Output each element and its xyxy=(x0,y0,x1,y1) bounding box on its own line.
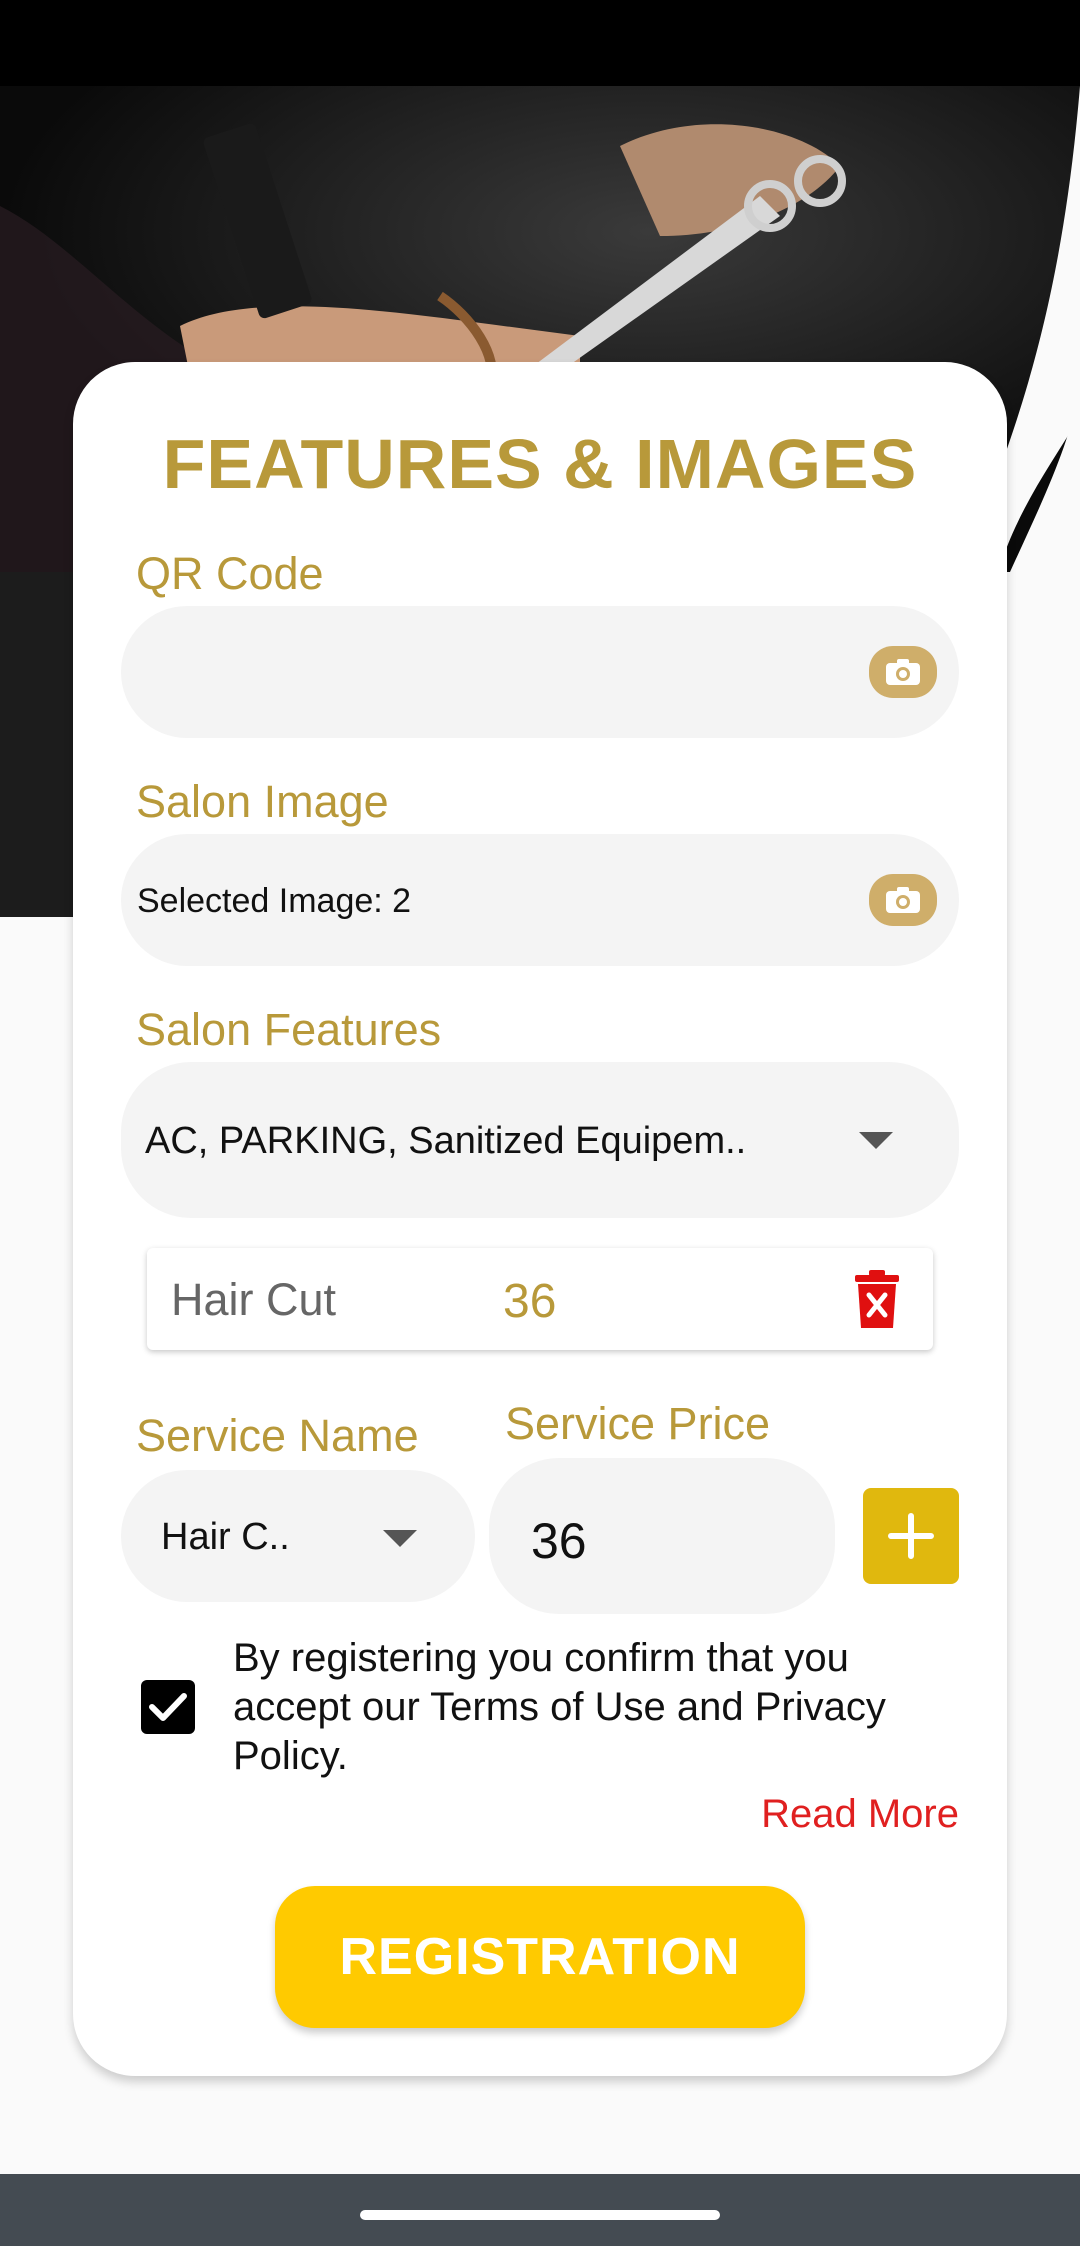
salon-features-value: AC, PARKING, Sanitized Equipem.. xyxy=(145,1120,747,1162)
qr-code-field[interactable] xyxy=(121,606,959,738)
terms-text: By registering you confirm that you acce… xyxy=(233,1636,886,1778)
chevron-down-icon xyxy=(383,1530,417,1547)
terms-checkbox[interactable] xyxy=(141,1680,195,1734)
delete-icon[interactable] xyxy=(855,1270,899,1333)
service-name-dropdown[interactable]: Hair C.. xyxy=(121,1470,475,1602)
qr-code-label: QR Code xyxy=(136,548,324,599)
service-price-value: 36 xyxy=(531,1513,587,1569)
add-service-button[interactable] xyxy=(863,1488,959,1584)
read-more-link[interactable]: Read More xyxy=(761,1792,959,1837)
camera-icon[interactable] xyxy=(869,874,937,926)
service-name-value: Hair C.. xyxy=(161,1516,290,1558)
service-item-price: 36 xyxy=(503,1275,557,1328)
home-indicator[interactable] xyxy=(360,2210,720,2220)
navigation-bar xyxy=(0,2174,1080,2246)
plus-icon xyxy=(888,1513,934,1559)
salon-image-label: Salon Image xyxy=(136,776,389,827)
status-bar xyxy=(0,0,1080,86)
service-name-label: Service Name xyxy=(136,1410,419,1461)
registration-card: FEATURES & IMAGES QR Code Salon Image Se… xyxy=(73,362,1007,2076)
salon-features-dropdown[interactable]: AC, PARKING, Sanitized Equipem.. xyxy=(121,1062,959,1218)
chevron-down-icon xyxy=(859,1132,893,1149)
page-title: FEATURES & IMAGES xyxy=(162,425,918,503)
camera-icon[interactable] xyxy=(869,646,937,698)
salon-features-label: Salon Features xyxy=(136,1004,442,1055)
service-price-input[interactable]: 36 xyxy=(489,1458,835,1614)
salon-image-field[interactable]: Selected Image: 2 xyxy=(121,834,959,966)
service-price-label: Service Price xyxy=(505,1398,771,1449)
service-list-item: Hair Cut 36 xyxy=(147,1248,933,1350)
salon-image-value: Selected Image: 2 xyxy=(137,882,412,920)
service-item-name: Hair Cut xyxy=(171,1274,337,1325)
registration-button[interactable]: REGISTRATION xyxy=(275,1886,805,2028)
checkmark-icon xyxy=(149,1693,187,1721)
